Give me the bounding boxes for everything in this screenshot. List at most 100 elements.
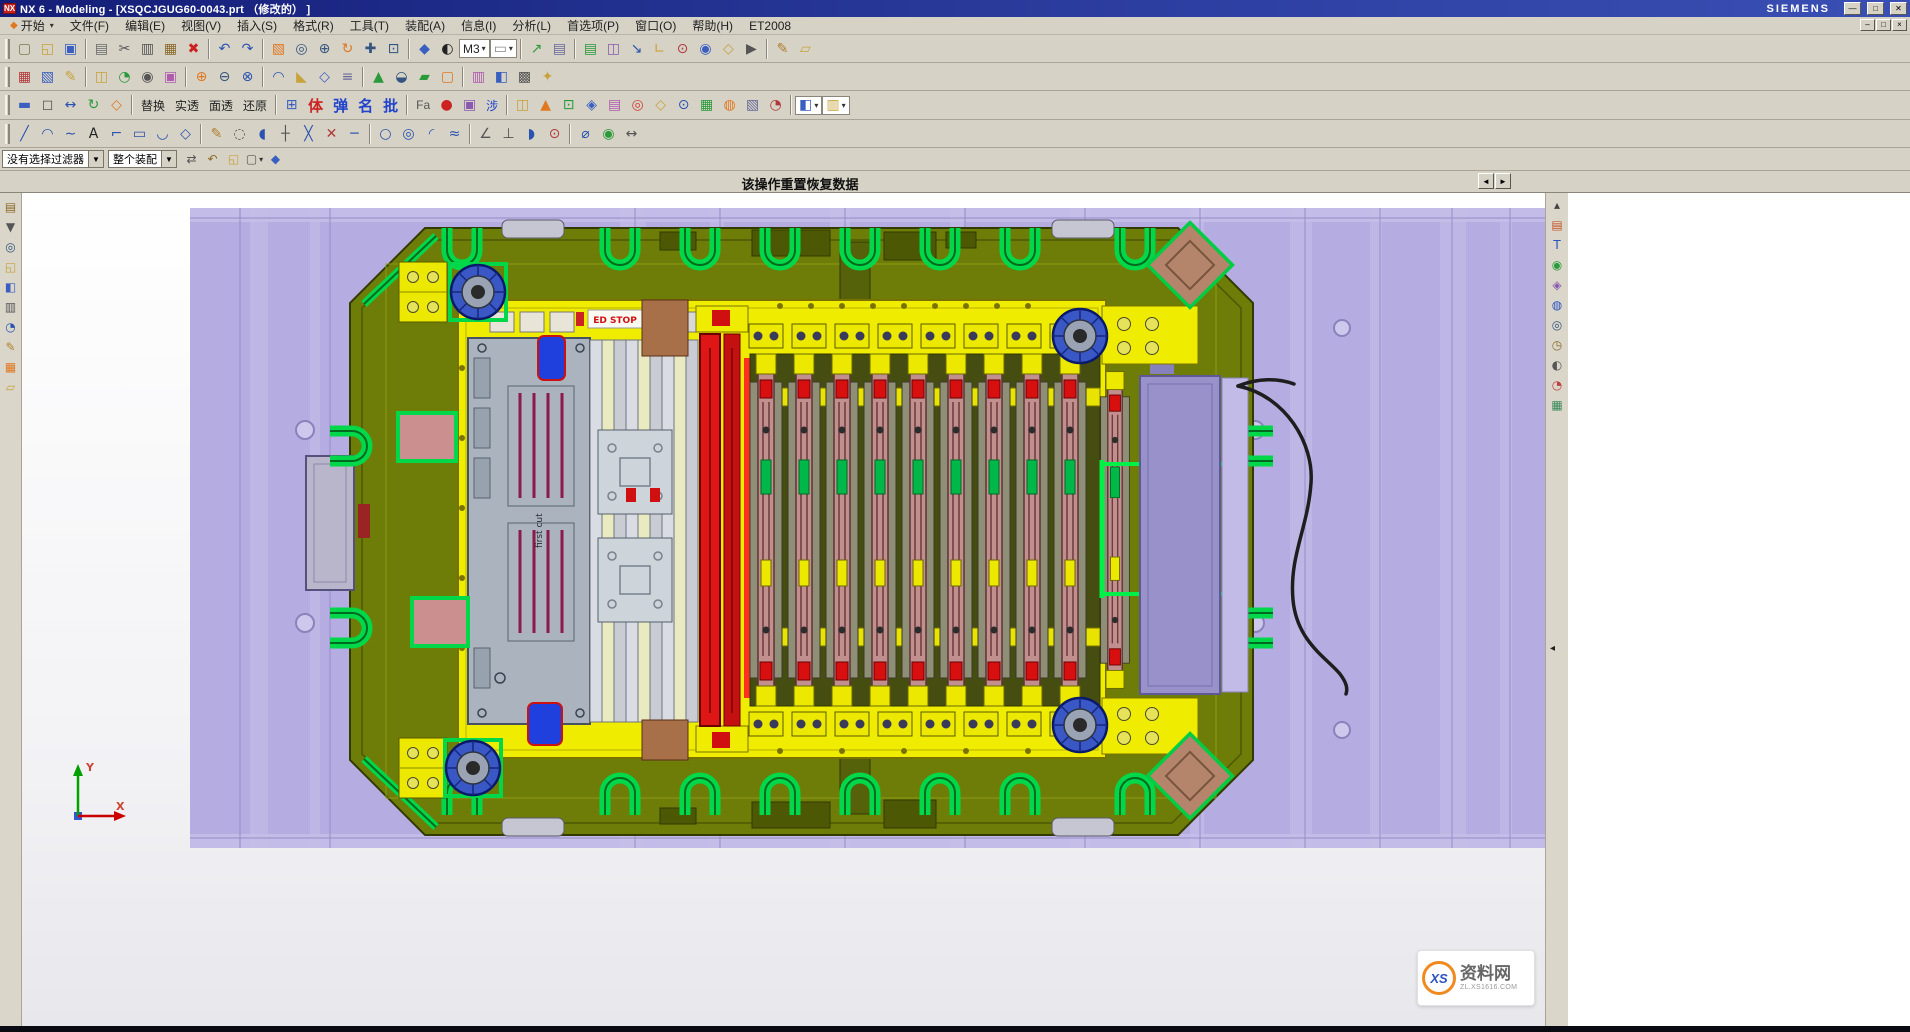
menu-file[interactable]: 文件(F) — [62, 18, 117, 34]
fitting-icon[interactable]: ▬ — [13, 94, 36, 117]
polygon-icon[interactable]: ◇ — [174, 122, 197, 145]
helix-icon[interactable]: ≈ — [443, 122, 466, 145]
save-icon[interactable]: ▣ — [59, 37, 82, 60]
constraint-icon[interactable]: ⊡ — [557, 94, 580, 117]
history-icon[interactable]: ◷ — [1548, 335, 1567, 355]
tangent-icon[interactable]: ◗ — [520, 122, 543, 145]
menu-tools[interactable]: 工具(T) — [342, 18, 397, 34]
spline-icon[interactable]: ∼ — [59, 122, 82, 145]
graphics-window[interactable]: ED STOP — [22, 193, 1545, 1026]
datum-icon[interactable]: ∟ — [648, 37, 671, 60]
mdi-restore-button[interactable]: □ — [1876, 19, 1891, 31]
collapse-resource-icon[interactable]: ◂ — [1550, 643, 1555, 654]
arrangement-icon[interactable]: ⊙ — [672, 94, 695, 117]
section-view-icon[interactable]: ◫ — [602, 37, 625, 60]
menu-analysis[interactable]: 分析(L) — [504, 18, 559, 34]
text-icon[interactable]: A — [82, 122, 105, 145]
toolbar-drag-handle[interactable] — [5, 39, 10, 59]
toolbar-drag-handle[interactable] — [5, 95, 10, 115]
delete-icon[interactable]: ✖ — [182, 37, 205, 60]
close-button[interactable]: ✕ — [1890, 2, 1907, 15]
open-icon[interactable]: ◱ — [36, 37, 59, 60]
print-icon[interactable]: ▤ — [90, 37, 113, 60]
slide-plate[interactable] — [1140, 376, 1220, 694]
clearance-icon[interactable]: ▧ — [741, 94, 764, 117]
chevron-down-icon[interactable]: ▼ — [88, 151, 103, 167]
replace-button[interactable]: 替换 — [136, 94, 170, 117]
sketch-constraint-icon[interactable]: ◉ — [597, 122, 620, 145]
menu-window[interactable]: 窗口(O) — [627, 18, 684, 34]
mdi-close-button[interactable]: × — [1892, 19, 1907, 31]
fillet-icon[interactable]: ◡ — [151, 122, 174, 145]
split-body-icon[interactable]: ◒ — [390, 65, 413, 88]
intersect-icon[interactable]: ⊗ — [236, 65, 259, 88]
window-icon[interactable]: ▣ — [458, 94, 481, 117]
dimension-icon[interactable]: ↔ — [620, 122, 643, 145]
shell-icon[interactable]: ◇ — [313, 65, 336, 88]
body-button[interactable]: 体 — [303, 94, 328, 117]
add-component-icon[interactable]: ◫ — [511, 94, 534, 117]
layer-settings-icon[interactable]: ▤ — [548, 37, 571, 60]
mirror-assembly-combo[interactable]: ◧▾ — [795, 96, 822, 115]
batch-button[interactable]: 批 — [378, 94, 403, 117]
palette-icon[interactable]: ▦ — [1, 357, 20, 377]
ruler-icon[interactable]: ▱ — [794, 37, 817, 60]
part-navigator-icon[interactable]: ◉ — [1548, 255, 1567, 275]
studio-spline-icon[interactable]: ✎ — [205, 122, 228, 145]
solid-transparent-button[interactable]: 实透 — [170, 94, 204, 117]
toolbar-drag-handle[interactable] — [5, 124, 10, 144]
sequence-icon[interactable]: ◇ — [649, 94, 672, 117]
rectangle-icon[interactable]: ▭ — [128, 122, 151, 145]
trim-body-icon[interactable]: ▲ — [367, 65, 390, 88]
wireframe-icon[interactable]: ◻ — [36, 94, 59, 117]
interpart-icon[interactable]: ◍ — [718, 94, 741, 117]
transform-icon[interactable]: ◇ — [105, 94, 128, 117]
point-icon[interactable]: ⊙ — [671, 37, 694, 60]
offset-icon[interactable]: ▢ — [436, 65, 459, 88]
structure-icon[interactable]: ◔ — [764, 94, 787, 117]
menu-et2008[interactable]: ET2008 — [741, 18, 799, 34]
circle-icon[interactable]: ○ — [374, 122, 397, 145]
subtract-icon[interactable]: ⊖ — [213, 65, 236, 88]
menu-edit[interactable]: 编辑(E) — [117, 18, 173, 34]
copy-icon[interactable]: ▥ — [136, 37, 159, 60]
conic-icon[interactable]: ◜ — [420, 122, 443, 145]
wave-geometry-icon[interactable]: ▦ — [695, 94, 718, 117]
point-on-curve-icon[interactable]: ⊙ — [543, 122, 566, 145]
star-icon[interactable]: ✦ — [536, 65, 559, 88]
undo-selection-icon[interactable]: ↶ — [202, 149, 223, 169]
filter-icon[interactable]: ▼ — [1, 217, 20, 237]
shaded-display-icon[interactable]: ◆ — [413, 37, 436, 60]
scroll-left-button[interactable]: ◄ — [1478, 173, 1494, 189]
pan-view-icon[interactable]: ✚ — [359, 37, 382, 60]
rotate-icon[interactable]: ↻ — [82, 94, 105, 117]
arc-icon[interactable]: ◠ — [36, 122, 59, 145]
move-icon[interactable]: ↔ — [59, 94, 82, 117]
constraint-navigator-icon[interactable]: T — [1548, 235, 1567, 255]
block-icon[interactable]: ▣ — [159, 65, 182, 88]
zoom-in-out-icon[interactable]: ⊕ — [313, 37, 336, 60]
fit-view-icon[interactable]: ⊡ — [382, 37, 405, 60]
perpendicular-icon[interactable]: ⊥ — [497, 122, 520, 145]
blend-icon[interactable]: ◠ — [267, 65, 290, 88]
toolbar-drag-handle[interactable] — [5, 67, 10, 87]
side-tab[interactable] — [306, 456, 354, 590]
wave-button[interactable]: 涉 — [481, 94, 503, 117]
render-style-combo[interactable]: M3▾ — [459, 39, 490, 58]
pattern-icon[interactable]: ▩ — [513, 65, 536, 88]
mirror-curve-icon[interactable]: ◖ — [251, 122, 274, 145]
open-part-icon[interactable]: ◱ — [1, 257, 20, 277]
new-file-icon[interactable]: ▢ — [13, 37, 36, 60]
quick-trim-icon[interactable]: ⌀ — [574, 122, 597, 145]
reuse-library-icon[interactable]: ◈ — [1548, 275, 1567, 295]
selection-filter-combo[interactable]: 没有选择过滤器 ▼ — [2, 150, 104, 168]
die-plate[interactable]: first cut — [468, 338, 590, 724]
notes-icon[interactable]: ✎ — [1, 337, 20, 357]
thread-icon[interactable]: ≡ — [336, 65, 359, 88]
snap-toggle-icon[interactable]: ⇄ — [181, 149, 202, 169]
face-transparent-button[interactable]: 面透 — [204, 94, 238, 117]
chamfer-icon[interactable]: ◣ — [290, 65, 313, 88]
assembly-navigator-icon[interactable]: ▤ — [1548, 215, 1567, 235]
folder-icon[interactable]: ▱ — [1, 377, 20, 397]
directory-icon[interactable]: ▤ — [1, 197, 20, 217]
